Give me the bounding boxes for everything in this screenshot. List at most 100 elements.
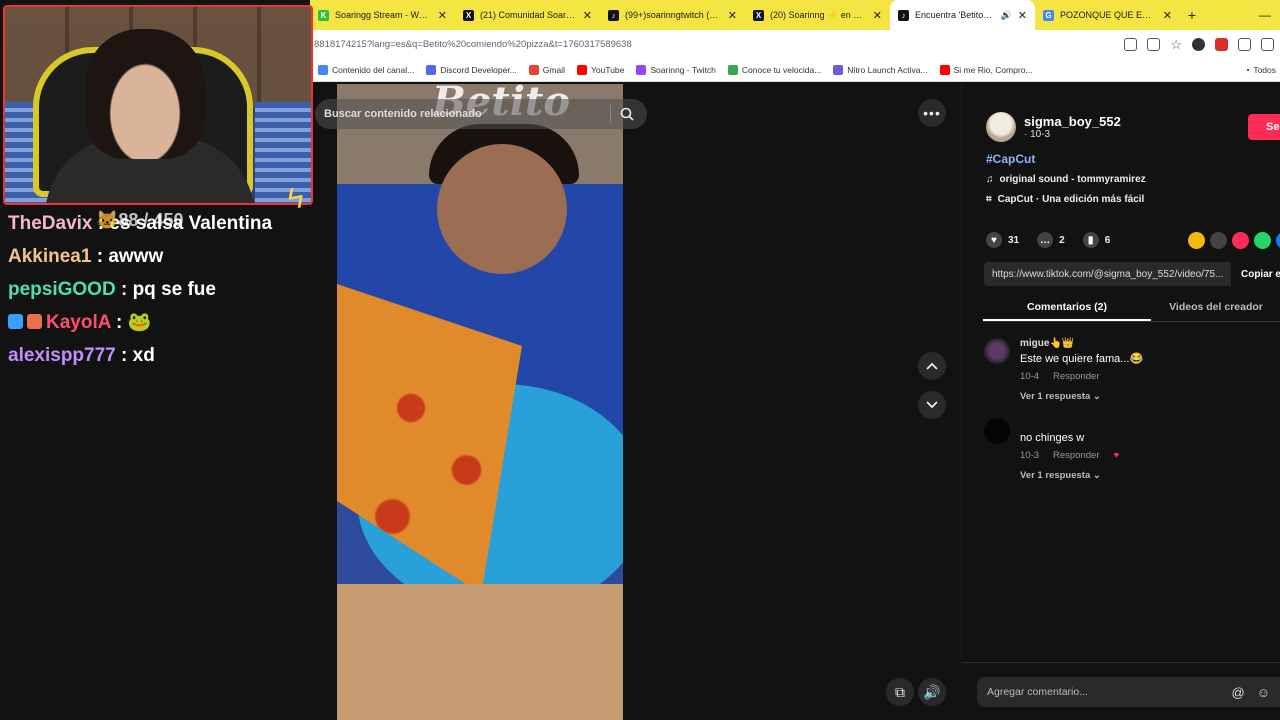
browser-tab[interactable]: G POZONQUE QUE ES - Bu ✕ — [1035, 0, 1180, 30]
commenter-avatar[interactable] — [984, 338, 1010, 364]
chat-message: KayolA : 🐸 — [8, 309, 328, 342]
bookmark-item[interactable]: Contenido del canal... — [318, 64, 414, 75]
bookmark-favicon-icon — [636, 64, 647, 75]
browser-tab[interactable]: X (20) Soarinng ⚡ en X: " ✕ — [745, 0, 890, 30]
share-option-icon[interactable] — [1254, 232, 1271, 249]
tab-close-icon[interactable]: ✕ — [1018, 9, 1027, 22]
like-count: 31 — [1008, 234, 1020, 246]
like-stat[interactable]: ♥ 31 — [986, 232, 1019, 248]
video-frame[interactable]: Betito — [337, 84, 623, 720]
related-search-input[interactable] — [324, 108, 604, 120]
all-bookmarks-folder[interactable]: Todos — [1247, 65, 1280, 75]
bookmarks-bar: Contenido del canal... Discord Developer.… — [310, 58, 1280, 82]
bookmark-favicon-icon — [833, 64, 844, 75]
chat-text: : 🐸 — [116, 312, 152, 333]
browser-tab[interactable]: X (21) Comunidad Soaring: ✕ — [455, 0, 600, 30]
url-text[interactable]: 8818174215?lang=es&q=Betito%20comiendo%2… — [314, 39, 1124, 50]
previous-video-button[interactable] — [918, 352, 946, 380]
share-option-icon[interactable] — [1210, 232, 1227, 249]
next-video-button[interactable] — [918, 391, 946, 419]
chat-username[interactable]: TheDavix — [8, 213, 92, 234]
reply-button[interactable]: Responder — [1053, 450, 1099, 461]
streamer-face — [85, 29, 205, 159]
commenter-name[interactable]: migue👆👑 — [1020, 338, 1143, 349]
sound-info[interactable]: ♫ original sound - tommyramirez — [986, 174, 1146, 185]
add-comment-bar: @ ☺ — [961, 662, 1280, 720]
extensions-puzzle-icon[interactable] — [1238, 37, 1251, 51]
bookmark-item[interactable]: YouTube — [576, 64, 624, 75]
volume-button[interactable]: 🔊 — [918, 678, 946, 706]
capcut-icon: ⌗ — [986, 194, 992, 205]
view-replies-button[interactable]: Ver 1 respuesta ⌄ — [1020, 470, 1119, 481]
tab-creator-videos[interactable]: Videos del creador — [1151, 294, 1280, 321]
install-app-icon[interactable] — [1124, 37, 1138, 51]
address-bar[interactable]: 8818174215?lang=es&q=Betito%20comiendo%2… — [310, 30, 1280, 58]
share-link-field[interactable]: https://www.tiktok.com/@sigma_boy_552/vi… — [984, 262, 1231, 286]
hashtag-link[interactable]: #CapCut — [986, 152, 1035, 166]
bookmark-item[interactable]: Si me Rio, Compro... — [939, 64, 1033, 75]
translate-icon[interactable] — [1147, 37, 1161, 51]
chat-username[interactable]: alexispp777 — [8, 345, 116, 366]
comment-text: no chinges w — [1020, 432, 1085, 444]
comment-text: Este we quiere fama...😂 — [1020, 353, 1144, 365]
bookmark-favicon-icon — [576, 64, 587, 75]
bookmark-item[interactable]: Soarinng - Twitch — [636, 64, 716, 75]
extension-record-icon[interactable] — [1192, 37, 1205, 51]
chevron-up-icon — [926, 362, 938, 370]
share-option-icon[interactable] — [1232, 232, 1249, 249]
heart-icon: ♥ — [986, 232, 1002, 248]
comment-footer: 10-3 Responder ♥ — [1020, 450, 1119, 461]
reply-button[interactable]: Responder — [1053, 371, 1099, 382]
browser-tab[interactable]: ♪ Encuentra 'Betito com 🔊 ✕ — [890, 0, 1035, 30]
chat-username[interactable]: KayolA — [46, 312, 111, 333]
bookmark-icon: ▮ — [1082, 232, 1099, 248]
bookmark-label: Soarinng - Twitch — [650, 64, 716, 75]
share-option-icon[interactable] — [1276, 232, 1280, 249]
share-option-icon[interactable] — [1188, 232, 1205, 249]
emoji-icon[interactable]: ☺ — [1257, 685, 1270, 700]
tab-close-icon[interactable]: ✕ — [873, 9, 882, 22]
more-options-button[interactable]: ••• — [918, 99, 946, 127]
stream-chat: TheDavix : es salsa Valentina Akkinea1 : … — [8, 210, 328, 375]
post-date: · 10-3 — [1024, 129, 1051, 140]
capcut-info[interactable]: ⌗ CapCut · Una edición más fácil — [986, 194, 1144, 205]
browser-tab[interactable]: K Soaringg Stream - Watch ✕ — [310, 0, 455, 30]
bookmark-star-icon[interactable]: ☆ — [1170, 38, 1182, 51]
tab-close-icon[interactable]: ✕ — [1163, 9, 1172, 22]
tab-close-icon[interactable]: ✕ — [583, 9, 592, 22]
comment-input-box[interactable]: @ ☺ — [977, 677, 1280, 707]
save-stat[interactable]: ▮ 6 — [1082, 232, 1110, 248]
tab-audio-icon[interactable]: 🔊 — [1001, 10, 1012, 21]
bookmark-item[interactable]: Discord Developer... — [426, 64, 517, 75]
tab-close-icon[interactable]: ✕ — [438, 9, 447, 22]
bookmark-item[interactable]: Nitro Launch Activa... — [833, 64, 928, 75]
author-name[interactable]: sigma_boy_552 — [1024, 114, 1121, 129]
video-pizza-box — [337, 584, 623, 720]
minimize-button[interactable]: — — [1250, 8, 1280, 22]
picture-in-picture-button[interactable]: ⧉ — [886, 678, 914, 706]
author-info[interactable]: sigma_boy_552 · 10-3 — [986, 112, 1121, 142]
view-replies-button[interactable]: Ver 1 respuesta ⌄ — [1020, 391, 1143, 402]
author-avatar[interactable] — [986, 112, 1016, 142]
chat-username[interactable]: pepsiGOOD — [8, 279, 116, 300]
comment-stat[interactable]: … 2 — [1037, 232, 1065, 248]
extension-pdf-icon[interactable] — [1215, 37, 1228, 51]
search-icon[interactable] — [611, 107, 643, 121]
tab-close-icon[interactable]: ✕ — [728, 9, 737, 22]
video-details-panel: sigma_boy_552 · 10-3 Seg #CapCut ♫ origi… — [961, 84, 1280, 720]
mention-icon[interactable]: @ — [1232, 685, 1245, 700]
chat-username[interactable]: Akkinea1 — [8, 246, 91, 267]
bookmark-label: Conoce tu velocida... — [741, 64, 822, 75]
new-tab-button[interactable]: + — [1180, 7, 1204, 23]
follow-button[interactable]: Seg — [1248, 114, 1280, 140]
browser-tab[interactable]: ♪ (99+)soarinngtwitch (@s ✕ — [600, 0, 745, 30]
commenter-avatar[interactable] — [984, 418, 1010, 444]
reading-list-icon[interactable] — [1261, 37, 1274, 51]
bookmark-item[interactable]: Conoce tu velocida... — [727, 64, 822, 75]
copy-link-button[interactable]: Copiar e — [1231, 269, 1280, 280]
comment-input[interactable] — [987, 686, 1232, 698]
related-search-bar[interactable] — [315, 99, 647, 129]
comment-date: 10-4 — [1020, 371, 1040, 382]
bookmark-item[interactable]: Gmail — [528, 64, 565, 75]
tab-comments[interactable]: Comentarios (2) — [983, 294, 1151, 321]
